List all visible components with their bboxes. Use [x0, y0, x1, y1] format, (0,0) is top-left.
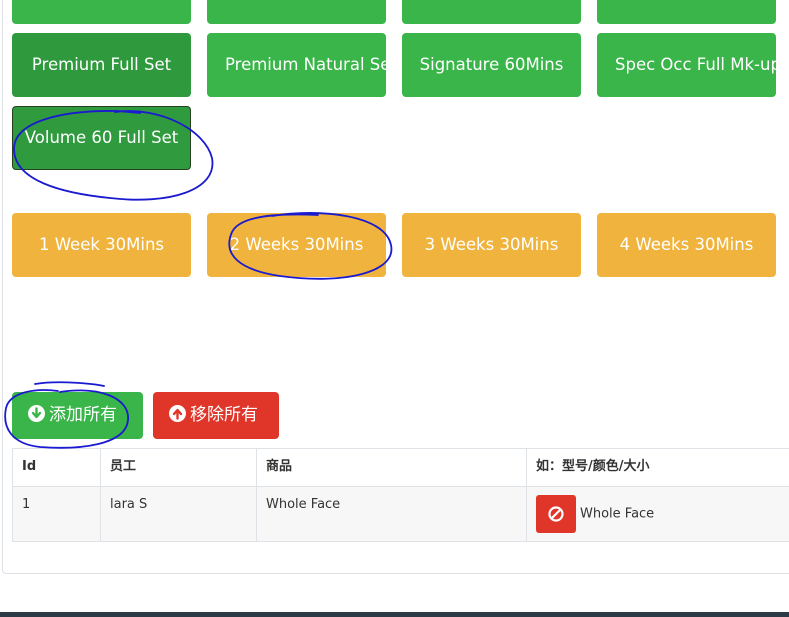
cell-variant: Whole Face: [526, 486, 789, 542]
column-header-variant: 如：型号/颜色/大小: [526, 448, 789, 487]
duration-button-4-weeks[interactable]: 4 Weeks 30Mins: [597, 213, 776, 277]
service-button-spec-occ[interactable]: Spec Occ Full Mk-up: [597, 33, 776, 97]
arrow-down-circle-icon: [28, 405, 45, 422]
service-button-premium-full-set[interactable]: Premium Full Set: [12, 33, 191, 97]
service-label: Premium Natural Set: [225, 55, 386, 74]
service-button-volume-60-selected[interactable]: Volume 60 Full Set: [12, 106, 191, 170]
table-row: 1 lara S Whole Face Whole Face: [12, 486, 789, 542]
column-header-staff: 员工: [100, 448, 257, 487]
service-label: Signature 60Mins: [419, 55, 564, 74]
remove-all-button[interactable]: 移除所有: [153, 392, 279, 439]
add-all-label: 添加所有: [49, 405, 117, 425]
column-header-id: Id: [12, 448, 101, 487]
service-button-premium-natural-set[interactable]: Premium Natural Set: [207, 33, 386, 97]
column-header-product: 商品: [256, 448, 527, 487]
service-button-partial-1[interactable]: [12, 0, 191, 24]
selection-table: Id 员工 商品 如：型号/颜色/大小 1 lara S Whole Face …: [12, 448, 789, 542]
service-button-partial-3[interactable]: [402, 0, 581, 24]
add-all-button[interactable]: 添加所有: [12, 392, 143, 439]
service-button-signature-60[interactable]: Signature 60Mins: [402, 33, 581, 97]
duration-button-3-weeks[interactable]: 3 Weeks 30Mins: [402, 213, 581, 277]
cell-staff: lara S: [100, 486, 257, 542]
service-label: Spec Occ Full Mk-up: [615, 55, 776, 74]
duration-label: 2 Weeks 30Mins: [229, 235, 364, 254]
service-label: Volume 60 Full Set: [24, 128, 179, 147]
ban-icon: [548, 506, 564, 522]
duration-button-2-weeks[interactable]: 2 Weeks 30Mins: [207, 213, 386, 277]
cell-id: 1: [12, 486, 101, 542]
duration-label: 3 Weeks 30Mins: [424, 235, 559, 254]
remove-all-label: 移除所有: [190, 405, 258, 425]
variant-text: Whole Face: [580, 506, 655, 522]
arrow-up-circle-icon: [169, 405, 186, 422]
service-button-partial-2[interactable]: [207, 0, 386, 24]
duration-label: 1 Week 30Mins: [38, 235, 165, 254]
service-label: Premium Full Set: [31, 55, 172, 74]
service-button-partial-4[interactable]: [597, 0, 776, 24]
table-header-row: Id 员工 商品 如：型号/颜色/大小: [12, 448, 789, 487]
cell-product: Whole Face: [256, 486, 527, 542]
bottom-bar: [0, 612, 789, 617]
duration-button-1-week[interactable]: 1 Week 30Mins: [12, 213, 191, 277]
delete-row-button[interactable]: [536, 495, 576, 533]
duration-label: 4 Weeks 30Mins: [619, 235, 754, 254]
